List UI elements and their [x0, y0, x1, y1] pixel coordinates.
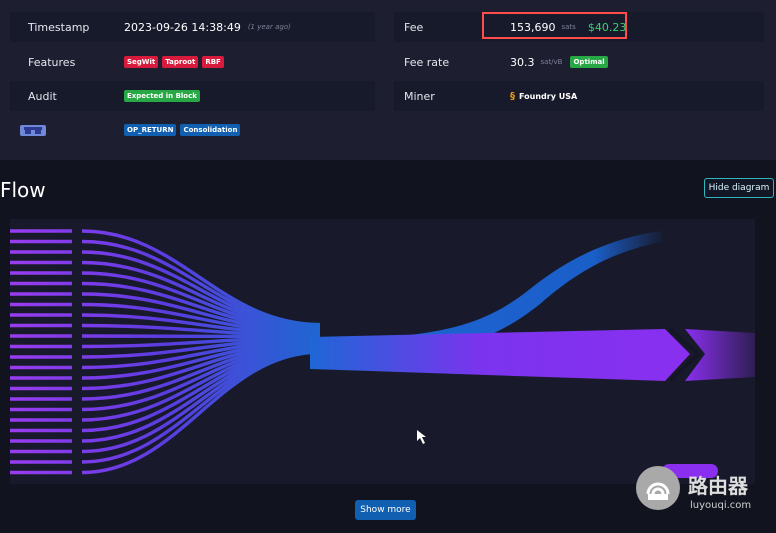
features-row: Features SegWit Taproot RBF [10, 47, 375, 77]
features-label: Features [28, 55, 76, 69]
miner-name[interactable]: Foundry USA [519, 92, 577, 101]
watermark-subtext: luyouqi.com [690, 500, 752, 511]
timestamp-value: 2023-09-26 14:38:49 [124, 20, 241, 34]
flow-title: Flow [0, 178, 46, 202]
timestamp-value-group: 2023-09-26 14:38:49 (1 year ago) [124, 21, 291, 34]
fee-rate-row: Fee rate 30.3 sat/vB Optimal [394, 47, 764, 77]
timestamp-row: Timestamp 2023-09-26 14:38:49 (1 year ag… [10, 12, 375, 42]
input-strand[interactable] [10, 350, 321, 475]
audit-row: Audit Expected in Block [10, 81, 375, 111]
segwit-badge[interactable]: SegWit [124, 56, 159, 68]
fee-rate-unit: sat/vB [540, 58, 563, 66]
show-more-button[interactable]: Show more [355, 500, 416, 520]
tx-details-panel: Timestamp 2023-09-26 14:38:49 (1 year ag… [0, 0, 776, 160]
glasses-icon [24, 127, 42, 134]
optimal-badge: Optimal [570, 56, 608, 68]
fee-rate-label: Fee rate [404, 55, 450, 69]
mempool-logo-icon [20, 125, 46, 136]
rbf-badge[interactable]: RBF [202, 56, 224, 68]
output-flow-main[interactable] [310, 329, 690, 381]
flow-sankey [10, 229, 755, 475]
miner-row: Miner § Foundry USA [394, 81, 764, 111]
tag-badges: OP_RETURN Consolidation [124, 124, 241, 136]
features-badges: SegWit Taproot RBF [124, 56, 224, 68]
consolidation-badge[interactable]: Consolidation [180, 124, 241, 136]
fee-rate-value-group: 30.3 sat/vB Optimal [510, 56, 608, 69]
router-icon [646, 482, 670, 500]
op-return-badge[interactable]: OP_RETURN [124, 124, 177, 136]
timestamp-label: Timestamp [28, 20, 90, 34]
input-strand[interactable] [10, 334, 321, 339]
fee-rate-value: 30.3 [510, 55, 535, 69]
taproot-badge[interactable]: Taproot [162, 56, 199, 68]
foundry-logo-icon: § [510, 90, 515, 102]
flow-diagram[interactable] [10, 219, 755, 484]
watermark-text: 路由器 [688, 474, 748, 498]
fee-highlight-box [482, 12, 627, 39]
input-strands [10, 229, 321, 475]
fee-label: Fee [404, 20, 424, 34]
hide-diagram-button[interactable]: Hide diagram [704, 178, 774, 198]
expected-in-block-badge: Expected in Block [124, 90, 200, 102]
miner-value-group[interactable]: § Foundry USA [510, 91, 577, 102]
mouse-cursor-icon [417, 430, 426, 444]
watermark-logo-icon [636, 466, 680, 510]
tags-row: OP_RETURN Consolidation [10, 115, 375, 145]
miner-label: Miner [404, 89, 435, 103]
audit-label: Audit [28, 89, 57, 103]
audit-value-group: Expected in Block [124, 90, 200, 102]
timestamp-relative: (1 year ago) [247, 23, 291, 31]
